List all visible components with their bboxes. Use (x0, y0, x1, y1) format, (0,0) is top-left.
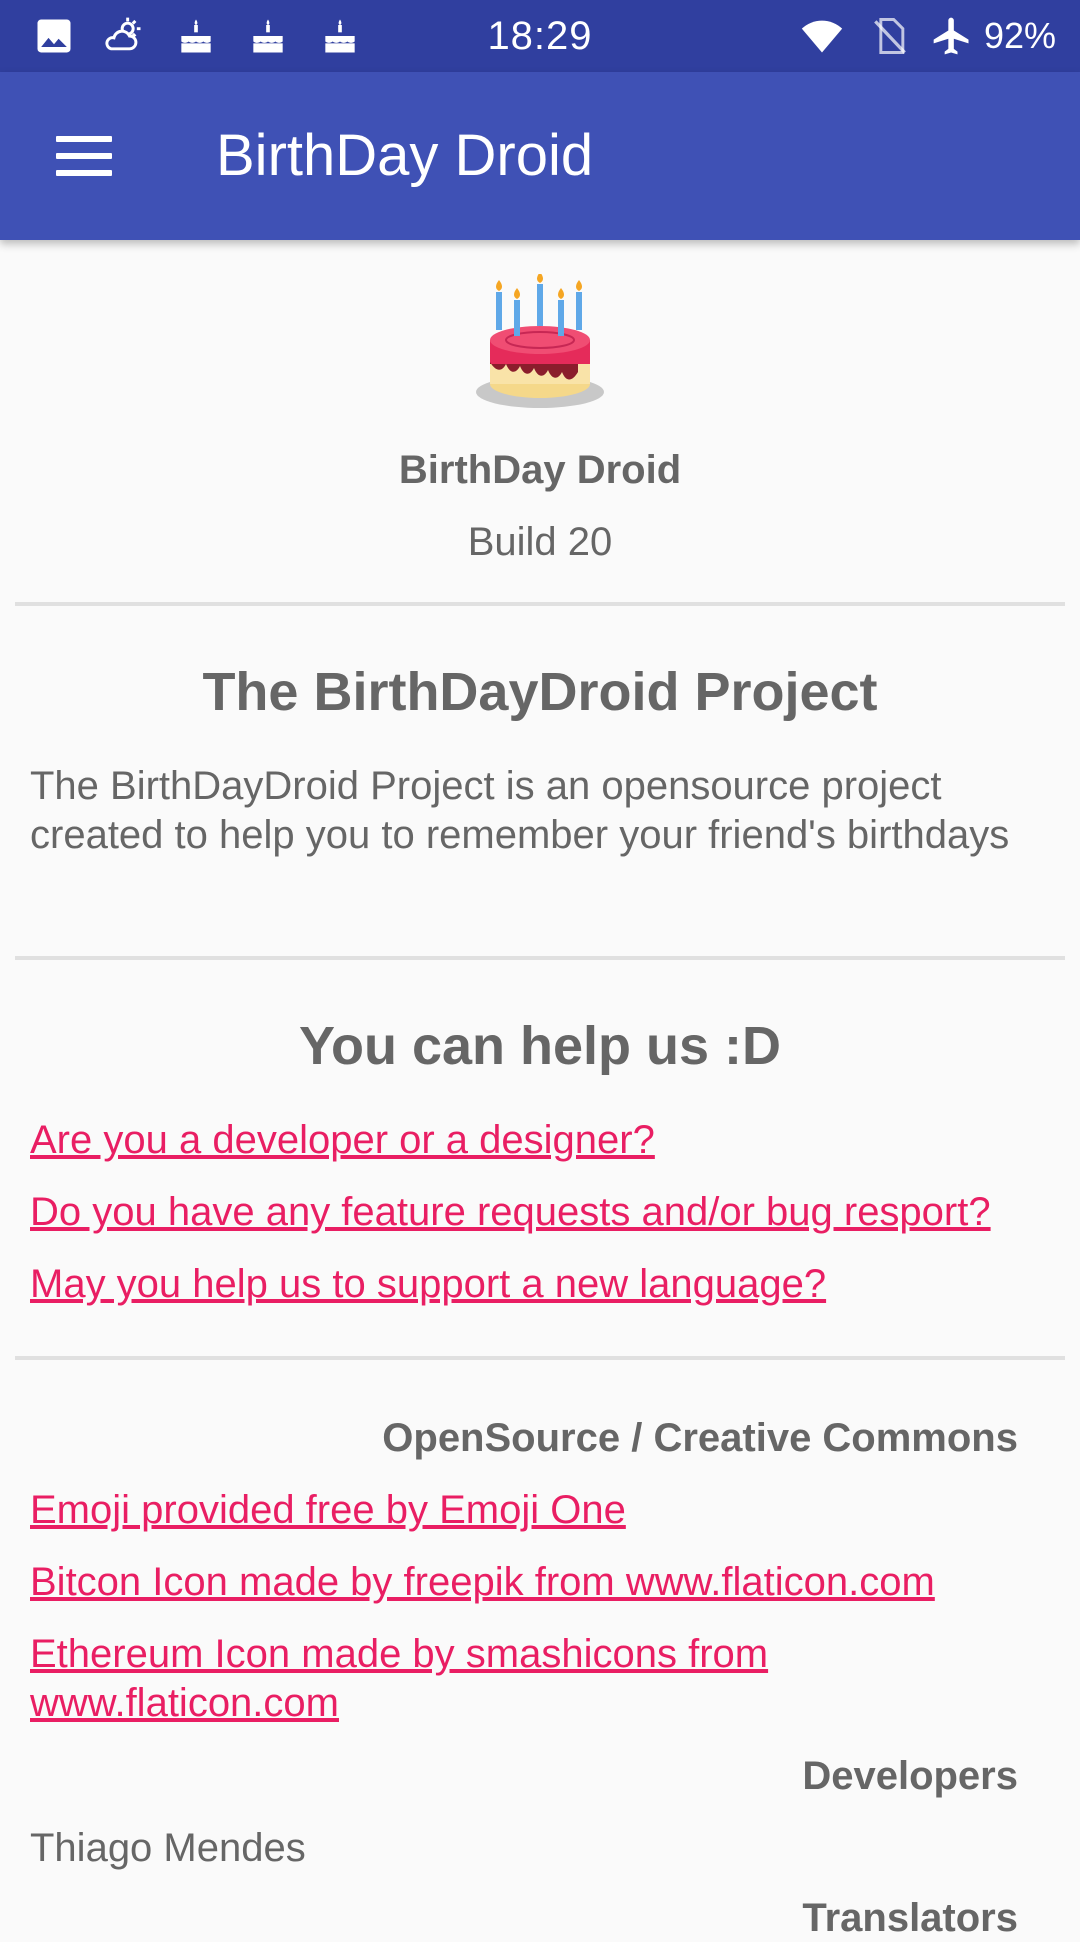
battery-level: 92% (983, 15, 1056, 56)
credits-title: OpenSource / Creative Commons (382, 1416, 1018, 1460)
status-bar: 18:29 92% (0, 0, 1080, 72)
bitcoin-icon-credit-link[interactable]: Bitcon Icon made by freepik from www.fla… (30, 1558, 1050, 1607)
emoji-one-link[interactable]: Emoji provided free by Emoji One (30, 1486, 1050, 1535)
translation-link[interactable]: May you help us to support a new languag… (30, 1260, 1050, 1309)
app-bar: BirthDay Droid (0, 72, 1080, 240)
divider (15, 602, 1065, 606)
developers-title: Developers (802, 1754, 1018, 1798)
help-title: You can help us :D (298, 1016, 782, 1076)
divider (15, 956, 1065, 960)
ethereum-icon-credit-link[interactable]: Ethereum Icon made by smashicons from ww… (30, 1630, 830, 1728)
birthday-cake-icon (476, 274, 604, 408)
app-bar-title: BirthDay Droid (216, 123, 594, 188)
developer-name: Thiago Mendes (30, 1826, 306, 1870)
translators-title: Translators (802, 1896, 1018, 1940)
developer-designer-link[interactable]: Are you a developer or a designer? (30, 1116, 1050, 1165)
project-description: The BirthDayDroid Project is an opensour… (30, 764, 1010, 857)
project-title: The BirthDayDroid Project (202, 662, 878, 722)
app-name: BirthDay Droid (398, 448, 682, 492)
feature-request-link[interactable]: Do you have any feature requests and/or … (30, 1188, 1050, 1237)
divider (15, 1356, 1065, 1360)
build-number: Build 20 (467, 520, 613, 564)
no-sim-icon (874, 18, 906, 54)
airplane-icon (933, 17, 969, 55)
hamburger-menu-icon[interactable] (40, 112, 128, 200)
wifi-icon (801, 20, 843, 53)
clock: 18:29 (487, 14, 593, 58)
